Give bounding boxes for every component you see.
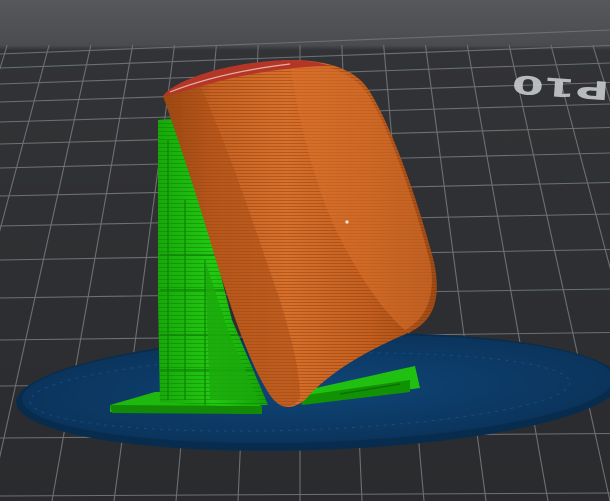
3d-print-preview-viewport[interactable]: P10 — [0, 0, 610, 501]
slice-preview-canvas[interactable]: P10 — [0, 0, 610, 501]
